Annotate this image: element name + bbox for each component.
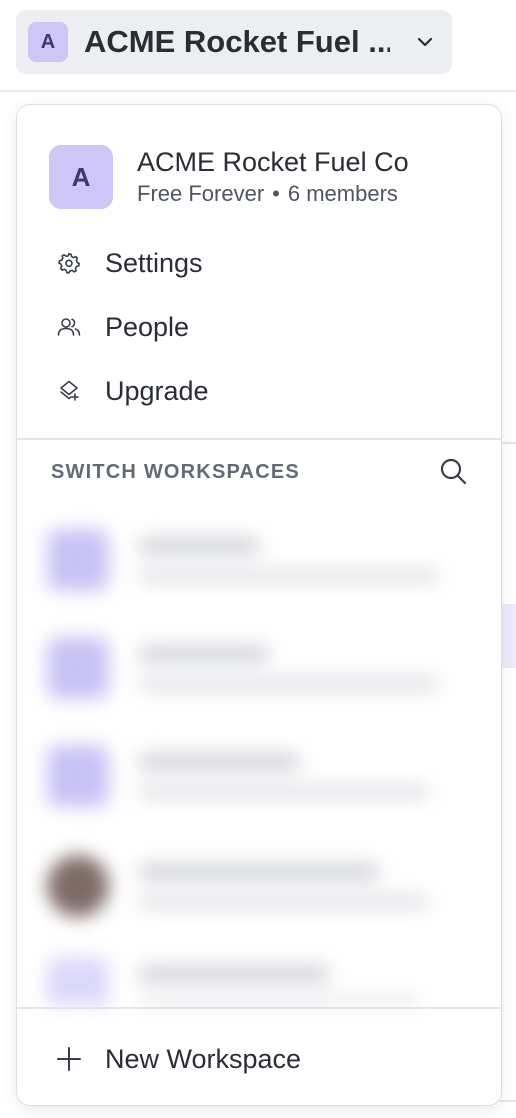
workspace-item-text [139,753,429,799]
workspace-dropdown-menu: A ACME Rocket Fuel Co Free Forever • 6 mem… [16,104,502,1106]
plus-icon [55,1045,83,1073]
current-workspace-name: ACME Rocket Fuel Co [137,147,409,177]
workspace-list-item[interactable] [47,953,467,1005]
workspace-name: ACME Rocket Fuel ... [84,24,390,59]
workspace-item-text [139,537,439,583]
workspace-list-item[interactable] [47,851,467,921]
header-divider [0,90,516,92]
footer-divider [17,1007,501,1009]
workspace-item-meta-blurred [139,677,439,691]
new-workspace-button[interactable]: New Workspace [55,1035,301,1083]
menu-item-people[interactable]: People [55,303,189,351]
background-divider [500,442,516,444]
workspace-item-meta-blurred [139,785,429,799]
workspace-item-meta-blurred [139,569,439,583]
menu-item-settings[interactable]: Settings [55,239,203,287]
menu-item-label: Settings [105,247,203,278]
workspace-item-avatar [47,855,109,917]
switch-workspaces-title: SWITCH WORKSPACES [51,461,300,483]
workspace-item-name-blurred [139,863,379,881]
workspace-item-avatar [47,957,109,1005]
background-divider-bottom [500,1100,516,1102]
chevron-down-icon [414,31,436,53]
upgrade-icon [55,377,83,405]
workspace-list [27,505,493,1005]
current-workspace-info: ACME Rocket Fuel Co Free Forever • 6 membe… [137,145,409,209]
current-workspace-avatar: A [49,145,113,209]
workspace-item-meta-blurred [139,997,419,1005]
workspace-avatar: A [28,22,68,62]
workspace-switcher-button[interactable]: A ACME Rocket Fuel ... [16,10,452,74]
search-icon [438,456,468,491]
workspace-item-avatar [47,637,109,699]
section-divider [17,438,501,440]
people-icon [55,313,83,341]
workspace-item-text [139,965,419,1005]
search-workspaces-button[interactable] [435,455,471,491]
workspace-item-avatar [47,745,109,807]
workspace-list-item[interactable] [47,741,467,811]
workspace-item-name-blurred [139,965,329,983]
workspace-list-item[interactable] [47,633,467,703]
workspace-list-item[interactable] [47,525,467,595]
menu-item-label: People [105,311,190,342]
current-workspace-header: A ACME Rocket Fuel Co Free Forever • 6 mem… [49,145,409,209]
workspace-item-meta-blurred [139,895,429,909]
menu-item-label: Upgrade [105,375,209,406]
workspace-item-name-blurred [139,753,299,771]
member-count: 6 members [287,181,398,206]
workspace-item-avatar [47,529,109,591]
current-workspace-meta: Free Forever • 6 members [137,179,409,209]
workspace-item-text [139,863,429,909]
workspace-item-name-blurred [139,645,269,663]
workspace-item-text [139,645,439,691]
gear-icon [55,249,83,277]
menu-item-upgrade[interactable]: Upgrade [55,367,209,415]
background-highlight-strip [502,604,516,668]
new-workspace-label: New Workspace [105,1043,302,1074]
plan-name: Free Forever [137,181,265,206]
meta-separator: • [272,181,280,206]
workspace-item-name-blurred [139,537,259,555]
